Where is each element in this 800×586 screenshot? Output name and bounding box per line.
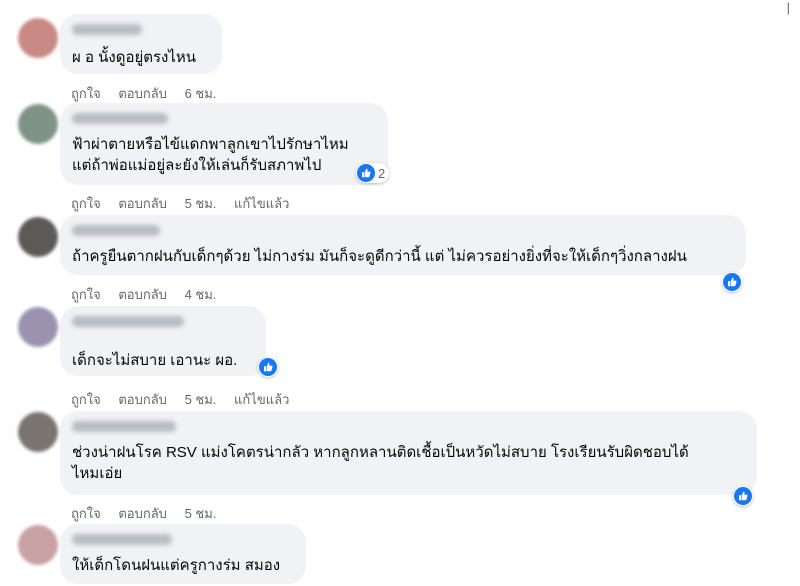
- edited-label[interactable]: แก้ไขแล้ว: [234, 392, 289, 407]
- comment-bubble: ให้เด็กโดนฝนแต่ครูกางร่ม สมอง: [60, 524, 306, 584]
- comment-text: ให้เด็กโดนฝนแต่ครูกางร่ม สมอง: [72, 557, 281, 574]
- comment-actions: ถูกใจ ตอบกลับ 5 ชม. แก้ไขแล้ว: [71, 389, 303, 410]
- like-link[interactable]: ถูกใจ: [71, 392, 101, 407]
- reply-link[interactable]: ตอบกลับ: [118, 86, 167, 101]
- comment-text: ฟ้าผ่าตายหรือไข้แดกพาลูกเขาไปรักษาไหม แต…: [72, 136, 349, 174]
- comment-actions: ถูกใจ ตอบกลับ 5 ชม.: [71, 503, 230, 524]
- comment-actions: ถูกใจ ตอบกลับ 5 ชม. แก้ไขแล้ว: [71, 193, 303, 214]
- comment-bubble: ฟ้าผ่าตายหรือไข้แดกพาลูกเขาไปรักษาไหม แต…: [60, 103, 388, 185]
- timestamp[interactable]: 5 ชม.: [185, 392, 217, 407]
- comment-text: เด็กจะไม่สบาย เอานะ ผอ.: [72, 352, 238, 369]
- reply-link[interactable]: ตอบกลับ: [118, 392, 167, 407]
- avatar[interactable]: [18, 217, 58, 257]
- author-name-blurred[interactable]: [72, 113, 168, 124]
- timestamp[interactable]: 5 ชม.: [185, 196, 217, 211]
- reply-link[interactable]: ตอบกลับ: [118, 506, 167, 521]
- reply-link[interactable]: ตอบกลับ: [118, 196, 167, 211]
- author-name-blurred[interactable]: [72, 534, 172, 545]
- author-name-blurred[interactable]: [72, 421, 176, 432]
- reaction-badge[interactable]: 2: [356, 163, 390, 183]
- comment-bubble: ช่วงน่าฝนโรค RSV แม่งโคตรน่ากลัว หากลูกห…: [60, 411, 757, 495]
- thumbs-up-icon: [734, 487, 752, 505]
- avatar[interactable]: [18, 307, 58, 347]
- reaction-badge[interactable]: [733, 486, 753, 506]
- like-link[interactable]: ถูกใจ: [71, 287, 101, 302]
- comment-actions: ถูกใจ ตอบกลับ 4 ชม.: [71, 284, 230, 305]
- timestamp[interactable]: 4 ชม.: [185, 287, 217, 302]
- author-name-blurred[interactable]: [72, 24, 142, 35]
- comment-actions: ถูกใจ ตอบกลับ 6 ชม.: [71, 83, 230, 104]
- avatar[interactable]: [18, 104, 58, 144]
- timestamp[interactable]: 5 ชม.: [185, 506, 217, 521]
- comment-text: ถ้าครูยืนตากฝนกับเด็กๆด้วย ไม่กางร่ม มัน…: [72, 248, 687, 265]
- thumbs-up-icon: [723, 273, 741, 291]
- reply-link[interactable]: ตอบกลับ: [118, 287, 167, 302]
- reaction-badge[interactable]: [258, 357, 278, 377]
- thumbs-up-icon: [357, 164, 375, 182]
- comment-bubble: ผ อ นั้งดูอยู่ตรงไหน: [60, 14, 222, 74]
- author-name-blurred[interactable]: [72, 316, 184, 327]
- reaction-count: 2: [378, 165, 386, 181]
- top-edge-mark: |: [786, 0, 790, 15]
- thumbs-up-icon: [259, 358, 277, 376]
- comment-text: ช่วงน่าฝนโรค RSV แม่งโคตรน่ากลัว หากลูกห…: [72, 444, 689, 482]
- avatar[interactable]: [18, 525, 58, 565]
- edited-label[interactable]: แก้ไขแล้ว: [234, 196, 289, 211]
- comment-bubble: เด็กจะไม่สบาย เอานะ ผอ.: [60, 306, 266, 376]
- avatar[interactable]: [18, 412, 58, 452]
- like-link[interactable]: ถูกใจ: [71, 86, 101, 101]
- like-link[interactable]: ถูกใจ: [71, 506, 101, 521]
- comment-bubble: ถ้าครูยืนตากฝนกับเด็กๆด้วย ไม่กางร่ม มัน…: [60, 215, 746, 275]
- comment-text: ผ อ นั้งดูอยู่ตรงไหน: [72, 49, 197, 66]
- avatar[interactable]: [18, 18, 58, 58]
- timestamp[interactable]: 6 ชม.: [185, 86, 217, 101]
- reaction-badge[interactable]: [722, 272, 742, 292]
- author-name-blurred[interactable]: [72, 225, 160, 236]
- like-link[interactable]: ถูกใจ: [71, 196, 101, 211]
